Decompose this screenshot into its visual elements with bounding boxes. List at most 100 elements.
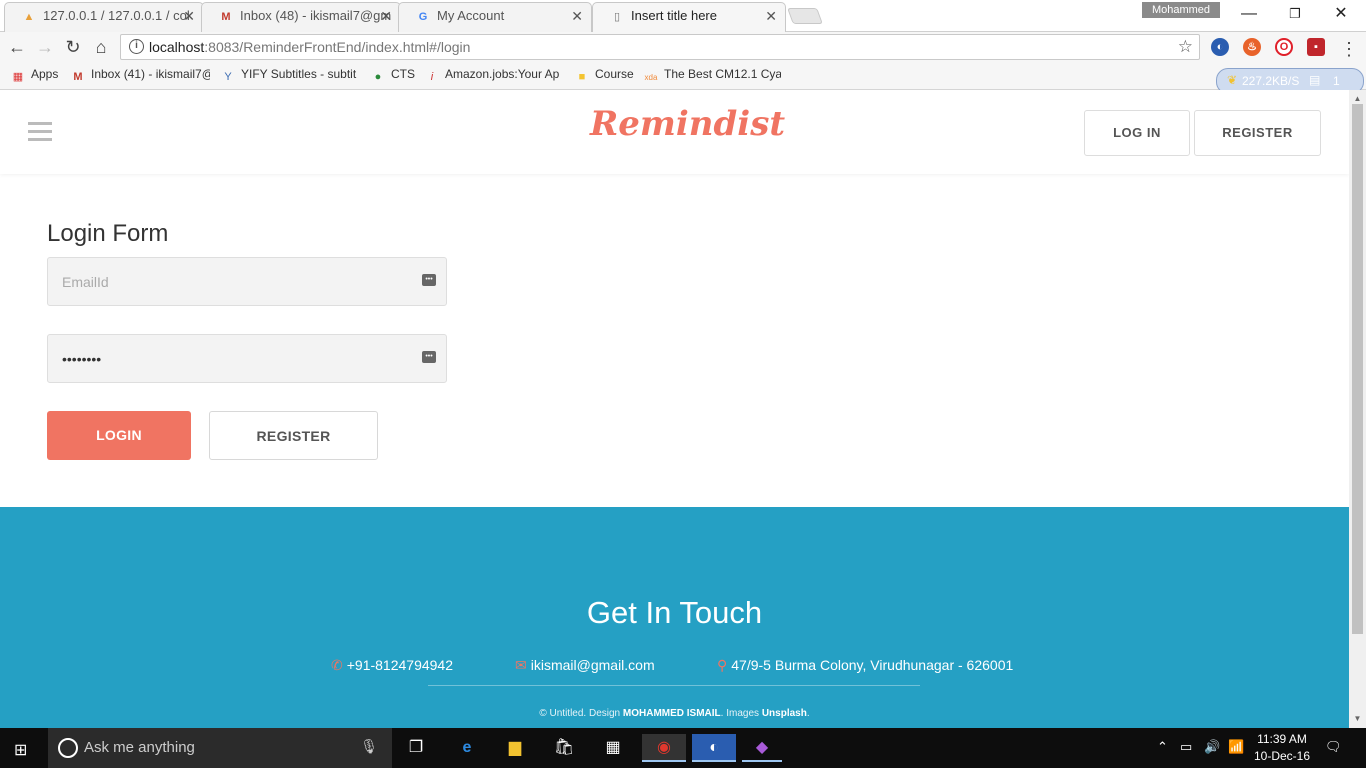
page-scrollbar[interactable]: ▲ ▼ (1349, 90, 1366, 728)
clock-date: 10-Dec-16 (1253, 749, 1311, 763)
email-input[interactable] (48, 258, 388, 305)
back-icon[interactable]: ← (6, 36, 28, 58)
phone-icon: ✆ (331, 657, 343, 673)
gmail-icon: M (73, 71, 83, 83)
microphone-icon[interactable]: 🎙 (360, 738, 378, 755)
clock-time: 11:39 AM (1257, 732, 1307, 746)
file-explorer-icon[interactable]: ▆ (501, 734, 529, 762)
ide-icon[interactable]: ◆ (742, 734, 782, 762)
minimize-icon[interactable]: — (1226, 0, 1272, 28)
hamburger-menu-icon[interactable] (28, 122, 52, 142)
browser-app-icon[interactable]: ◐ (692, 734, 736, 762)
login-button[interactable]: LOGIN (47, 411, 191, 460)
password-input[interactable] (48, 335, 388, 382)
tab-insert-title[interactable]: ▯ Insert title here ✕ (592, 2, 786, 32)
chevron-up-icon[interactable]: ⌃ (1157, 739, 1168, 755)
scroll-down-icon[interactable]: ▼ (1352, 714, 1363, 723)
action-center-icon[interactable]: 🗨 (1325, 739, 1342, 755)
extension-globe-icon[interactable]: ◐ (1211, 38, 1229, 56)
document-icon: ▯ (613, 11, 621, 23)
edge-icon[interactable]: e (453, 734, 481, 762)
profile-name[interactable]: Mohammed (1142, 2, 1220, 18)
store-icon[interactable]: 🛍 (550, 734, 578, 762)
folder-icon: ■ (578, 71, 586, 83)
bookmark-yify[interactable]: Y YIFY Subtitles - subtit (220, 67, 358, 85)
address-bar[interactable]: i localhost:8083/ReminderFrontEnd/index.… (120, 34, 1200, 60)
password-field-wrapper: ••• (47, 334, 447, 383)
close-icon[interactable]: ✕ (765, 3, 777, 29)
tab-title: My Account (437, 8, 505, 23)
form-title: Login Form (47, 220, 169, 247)
bookmark-cm12[interactable]: xda The Best CM12.1 Cyar (643, 67, 781, 87)
bookmark-apps[interactable]: ▦ Apps (10, 67, 59, 84)
contact-phone: ✆ +91-8124794942 (331, 657, 454, 673)
new-tab-button[interactable] (787, 8, 823, 24)
bookmark-course[interactable]: ■ Course (574, 67, 634, 85)
autofill-key-icon[interactable]: ••• (422, 351, 436, 363)
close-icon[interactable]: ✕ (380, 3, 392, 29)
task-view-icon[interactable]: ❐ (402, 734, 430, 762)
close-icon[interactable]: ✕ (183, 3, 195, 29)
tab-my-account[interactable]: G My Account ✕ (398, 2, 592, 32)
browser-tab-strip: ▲ 127.0.0.1 / 127.0.0.1 / col ✕ M Inbox … (0, 0, 1366, 32)
volume-icon[interactable]: 🔊 (1204, 739, 1220, 755)
bookmarks-bar: ▦ Apps M Inbox (41) - ikismail7@ Y YIFY Sub… (0, 62, 1366, 90)
restore-icon[interactable]: ❐ (1272, 0, 1318, 28)
globe-icon: ● (374, 71, 382, 83)
scroll-up-icon[interactable]: ▲ (1352, 94, 1363, 103)
autofill-key-icon[interactable]: ••• (422, 274, 436, 286)
chrome-icon[interactable]: ◉ (642, 734, 686, 762)
forward-icon[interactable]: → (34, 36, 56, 58)
tab-title: Insert title here (631, 8, 717, 23)
tab-gmail[interactable]: M Inbox (48) - ikismail7@gm ✕ (201, 2, 401, 32)
info-icon[interactable]: i (129, 39, 144, 54)
close-window-icon[interactable]: ✕ (1318, 0, 1364, 28)
gmail-icon: M (221, 11, 231, 23)
site-logo[interactable]: Remindist (590, 104, 785, 144)
apps-grid-icon: ▦ (12, 71, 24, 83)
opera-icon[interactable]: O (1275, 38, 1293, 56)
nav-login-button[interactable]: LOG IN (1084, 110, 1190, 156)
tab-phpmyadmin[interactable]: ▲ 127.0.0.1 / 127.0.0.1 / col ✕ (4, 2, 204, 32)
scrollbar-thumb[interactable] (1352, 104, 1363, 634)
register-button[interactable]: REGISTER (209, 411, 378, 460)
credit-author-link[interactable]: MOHAMMED ISMAIL (623, 708, 721, 719)
yify-icon: Y (224, 71, 232, 83)
wifi-icon[interactable]: 📶 (1228, 739, 1244, 755)
leaf-icon: ❦ (1227, 73, 1238, 87)
document-icon: ▤ (1309, 73, 1321, 87)
footer-credit: © Untitled. Design MOHAMMED ISMAIL. Imag… (539, 708, 810, 719)
bookmark-amazon-jobs[interactable]: i Amazon.jobs:Your Ap (424, 67, 564, 85)
info-i-icon: i (430, 71, 434, 83)
tab-title: Inbox (48) - ikismail7@gm (240, 8, 392, 23)
extension-fire-icon[interactable]: ♨ (1243, 38, 1261, 56)
battery-icon[interactable]: ▭ (1180, 739, 1192, 755)
calendar-app-icon[interactable]: ▦ (599, 734, 627, 762)
windows-start-icon[interactable]: ⊞ (14, 740, 27, 760)
bookmark-cts[interactable]: ● CTS (370, 67, 415, 85)
contact-email[interactable]: ✉ ikismail@gmail.com (515, 657, 655, 674)
cortana-search-box[interactable]: Ask me anything 🎙 (48, 728, 392, 768)
credit-images-link[interactable]: Unsplash (762, 708, 807, 719)
map-marker-icon: ⚲ (717, 657, 728, 673)
reload-icon[interactable]: ↻ (62, 36, 84, 58)
footer-heading: Get In Touch (586, 595, 763, 630)
close-icon[interactable]: ✕ (571, 3, 583, 29)
windows-taskbar: ⊞ Ask me anything 🎙 ❐ e ▆ 🛍 ▦ ◉ ◐ ◆ ⌃ ▭ … (0, 728, 1366, 768)
bookmark-inbox[interactable]: M Inbox (41) - ikismail7@ (70, 67, 210, 85)
tab-title: 127.0.0.1 / 127.0.0.1 / col (43, 8, 190, 23)
bookmark-star-icon[interactable]: ☆ (1178, 37, 1193, 57)
google-icon: G (418, 11, 428, 23)
nav-register-button[interactable]: REGISTER (1194, 110, 1321, 156)
home-icon[interactable]: ⌂ (90, 36, 112, 58)
footer-divider (428, 685, 920, 686)
email-field-wrapper: ••• (47, 257, 447, 306)
system-clock[interactable]: 11:39 AM 10-Dec-16 (1252, 731, 1312, 765)
contact-address: ⚲ 47/9-5 Burma Colony, Virudhunagar - 626… (717, 657, 1014, 673)
site-header: Remindist LOG IN REGISTER (0, 90, 1349, 174)
menu-dots-icon[interactable]: ⋮ (1338, 38, 1360, 60)
cortana-icon (58, 738, 78, 758)
xda-icon: xda (644, 73, 658, 82)
search-placeholder: Ask me anything (84, 739, 195, 756)
extension-red-icon[interactable]: ▪ (1307, 38, 1325, 56)
